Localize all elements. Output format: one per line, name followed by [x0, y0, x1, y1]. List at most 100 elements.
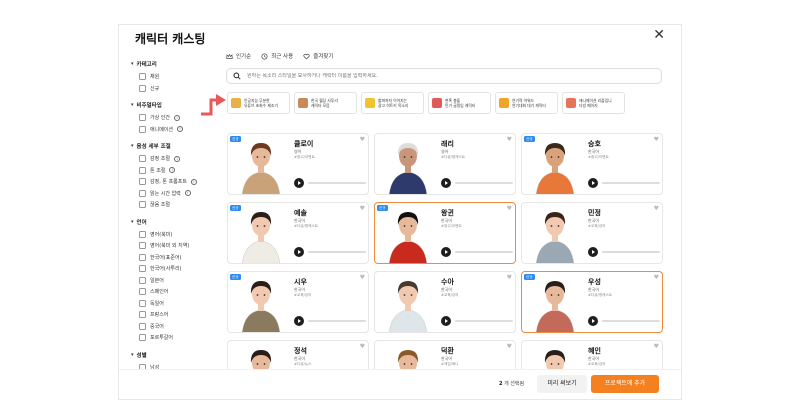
- audio-progress-track[interactable]: [602, 320, 660, 322]
- filter-option-voice-0[interactable]: 감정 조절 i: [131, 153, 217, 165]
- heart-icon[interactable]: ♥: [507, 274, 512, 281]
- audio-progress-track[interactable]: [308, 251, 366, 253]
- filter-option-voice-2[interactable]: 감정, 톤 프롬프트 i: [131, 176, 217, 188]
- play-button[interactable]: [294, 316, 304, 326]
- heart-icon[interactable]: ♥: [654, 205, 659, 212]
- info-icon: i: [177, 126, 184, 133]
- category-shortcut-0[interactable]: 인공지능 무분한 유튜브 초회수 제조기: [227, 92, 290, 114]
- heart-icon[interactable]: ♥: [360, 136, 365, 143]
- heart-icon[interactable]: ♥: [360, 274, 365, 281]
- play-button[interactable]: [441, 247, 451, 257]
- character-card[interactable]: 신규 ♥ 예솔 한국어 #다큐/명캐스트: [227, 202, 369, 264]
- checkbox[interactable]: [139, 201, 146, 209]
- checkbox[interactable]: [139, 299, 146, 307]
- character-card[interactable]: 신규 ♥ 시우 한국어 #교육/강의: [227, 271, 369, 333]
- checkbox[interactable]: [139, 288, 146, 296]
- character-card[interactable]: ♥ 수아 한국어 #교육/강의: [374, 271, 516, 333]
- filter-option-language-6[interactable]: 독일어: [131, 298, 217, 310]
- audio-progress-track[interactable]: [602, 182, 660, 184]
- filter-option-voice-1[interactable]: 톤 조절 i: [131, 165, 217, 177]
- history-icon: [261, 53, 268, 59]
- filter-section-title: 카테고리: [136, 62, 157, 68]
- play-button[interactable]: [588, 178, 598, 188]
- sort-popular[interactable]: 인기순: [226, 52, 251, 60]
- checkbox[interactable]: [139, 242, 146, 250]
- preview-button[interactable]: 미리 써보기: [537, 375, 587, 393]
- category-shortcut-5[interactable]: 애니메이션 리플입니 더빙 페어지: [562, 92, 625, 114]
- checkbox[interactable]: [139, 276, 146, 284]
- filter-option-language-8[interactable]: 중국어: [131, 321, 217, 333]
- sort-favorites[interactable]: 즐겨찾기: [303, 52, 333, 60]
- heart-icon[interactable]: ♥: [654, 343, 659, 350]
- sort-favorites-label: 즐겨찾기: [313, 54, 334, 60]
- heart-icon[interactable]: ♥: [654, 274, 659, 281]
- checkbox[interactable]: [139, 253, 146, 261]
- checkbox[interactable]: [139, 73, 146, 81]
- audio-progress-track[interactable]: [455, 182, 513, 184]
- sort-recent[interactable]: 최근 사용: [261, 52, 293, 60]
- character-card[interactable]: 신규 ♥ 클로이 영어 #광고/이벤트: [227, 133, 369, 195]
- filter-option-visual-1[interactable]: 애니메이션 i: [131, 124, 217, 136]
- filter-option-language-0[interactable]: 영어(북미): [131, 229, 217, 241]
- heart-icon[interactable]: ♥: [507, 205, 512, 212]
- heart-icon[interactable]: ♥: [654, 136, 659, 143]
- filter-option-label: 가상 인간: [150, 115, 170, 122]
- heart-icon[interactable]: ♥: [360, 205, 365, 212]
- filter-section-category[interactable]: ▾ 카테고리: [131, 60, 217, 68]
- checkbox[interactable]: [139, 265, 146, 273]
- checkbox[interactable]: [139, 334, 146, 342]
- filter-section-voice[interactable]: ▾ 음성 세부 조절: [131, 142, 217, 150]
- audio-player: [588, 178, 660, 188]
- filter-option-language-3[interactable]: 한국어(사투리): [131, 263, 217, 275]
- category-shortcut-4[interactable]: 연기력 어워드 연기대회 대기 캐릭터: [495, 92, 558, 114]
- checkbox[interactable]: [139, 166, 146, 174]
- character-card[interactable]: ♥ 민정 한국어 #교육/강의: [521, 202, 663, 264]
- filter-section-gender[interactable]: ▾ 성별: [131, 351, 217, 359]
- heart-icon[interactable]: ♥: [360, 343, 365, 350]
- filter-option-language-1[interactable]: 영어(북미 외 지역): [131, 240, 217, 252]
- checkbox[interactable]: [139, 322, 146, 330]
- checkbox[interactable]: [139, 155, 146, 163]
- filter-option-voice-3[interactable]: 읽는 시간 압력 i: [131, 188, 217, 200]
- checkbox[interactable]: [139, 125, 146, 133]
- character-card[interactable]: 신규 ♥ 우성 한국어 #다큐/명캐스트: [521, 271, 663, 333]
- checkbox[interactable]: [139, 189, 146, 197]
- play-button[interactable]: [588, 316, 598, 326]
- checkbox[interactable]: [139, 230, 146, 238]
- checkbox[interactable]: [139, 114, 146, 122]
- close-icon[interactable]: ✕: [653, 27, 665, 43]
- checkbox[interactable]: [139, 311, 146, 319]
- audio-progress-track[interactable]: [308, 182, 366, 184]
- audio-progress-track[interactable]: [308, 320, 366, 322]
- heart-icon[interactable]: ♥: [507, 343, 512, 350]
- audio-progress-track[interactable]: [455, 251, 513, 253]
- play-button[interactable]: [588, 247, 598, 257]
- category-shortcut-1[interactable]: 한국 월당 사투리 캐릭터 모음: [294, 92, 357, 114]
- filter-option-language-2[interactable]: 한국어(표준어): [131, 252, 217, 264]
- selected-count-suffix: 개 선택됨: [504, 381, 525, 387]
- filter-option-language-5[interactable]: 스페인어: [131, 286, 217, 298]
- audio-progress-track[interactable]: [455, 320, 513, 322]
- filter-option-category-0[interactable]: 채원: [131, 71, 217, 83]
- audio-progress-track[interactable]: [602, 251, 660, 253]
- checkbox[interactable]: [139, 178, 146, 186]
- play-button[interactable]: [441, 178, 451, 188]
- filter-option-label: 한국어(사투리): [150, 266, 182, 273]
- filter-option-language-7[interactable]: 프랑스어: [131, 309, 217, 321]
- category-shortcut-2[interactable]: 할퍼까지 이어지는 광고 히트키 목소리: [361, 92, 424, 114]
- character-card[interactable]: 신규 ♥ 왕귄 한국어 #광고/이벤트: [374, 202, 516, 264]
- character-card[interactable]: ♥ 래리 영어 #다큐/명캐스트: [374, 133, 516, 195]
- play-button[interactable]: [294, 178, 304, 188]
- heart-icon[interactable]: ♥: [507, 136, 512, 143]
- filter-option-language-4[interactable]: 일본어: [131, 275, 217, 287]
- play-button[interactable]: [294, 247, 304, 257]
- checkbox[interactable]: [139, 84, 146, 92]
- character-card[interactable]: 신규 ♥ 승호 한국어 #광고/이벤트: [521, 133, 663, 195]
- play-button[interactable]: [441, 316, 451, 326]
- add-to-project-button[interactable]: 프로젝트에 추가: [591, 375, 659, 393]
- category-shortcut-3[interactable]: 현혹 충돌 민기 글쟁임 캐릭터: [428, 92, 491, 114]
- filter-section-language[interactable]: ▾ 언어: [131, 218, 217, 226]
- filter-option-voice-4[interactable]: 끊음 조절: [131, 199, 217, 211]
- filter-option-language-9[interactable]: 포르투갈어: [131, 332, 217, 344]
- search-input[interactable]: [247, 73, 647, 79]
